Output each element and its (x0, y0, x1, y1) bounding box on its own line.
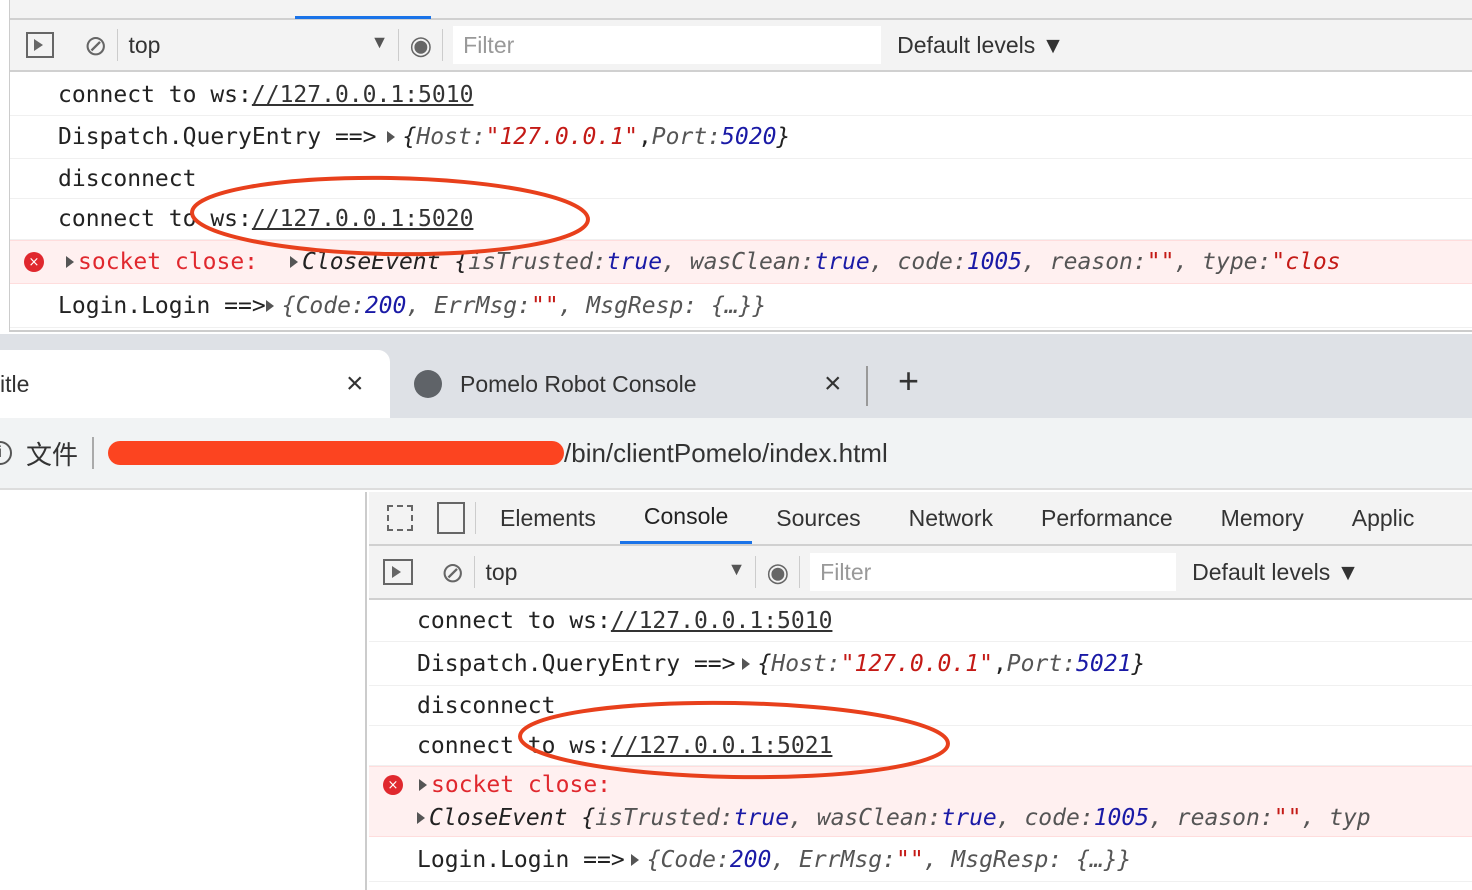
annotation-ellipse-top (190, 175, 590, 257)
annotation-layer (190, 175, 950, 780)
annotation-ellipse-bottom (518, 700, 950, 780)
